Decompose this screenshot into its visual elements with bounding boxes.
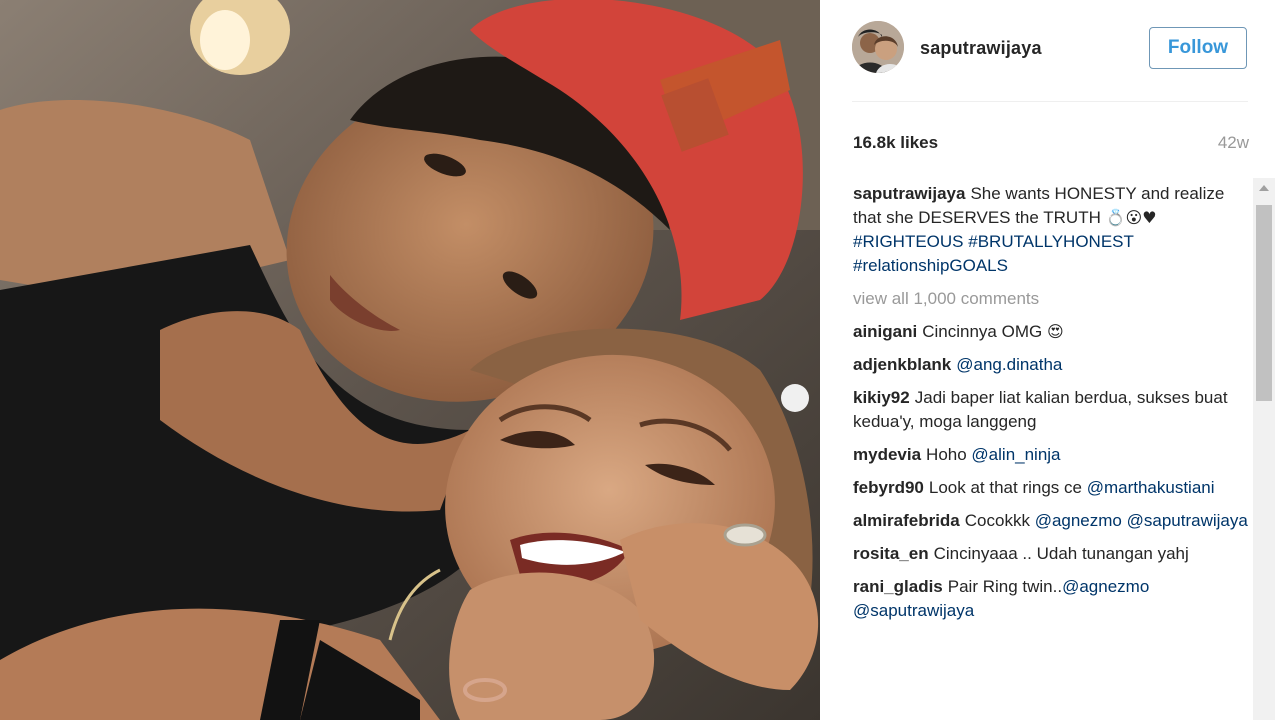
- comment-username[interactable]: kikiy92: [853, 388, 910, 407]
- list-item: kikiy92 Jadi baper liat kalian berdua, su…: [853, 386, 1248, 434]
- comment-username[interactable]: rosita_en: [853, 544, 929, 563]
- caption-emojis: 💍😮♥: [1105, 208, 1157, 227]
- post-photo[interactable]: [0, 0, 820, 720]
- list-item: mydevia Hoho @alin_ninja: [853, 443, 1248, 467]
- comment-username[interactable]: mydevia: [853, 445, 921, 464]
- comment-username[interactable]: febyrd90: [853, 478, 924, 497]
- comment-emoji: 😍: [1046, 322, 1064, 341]
- comments-list: saputrawijaya She wants HONESTY and reali…: [853, 182, 1248, 632]
- list-item: almirafebrida Cocokkk @agnezmo @saputrawi…: [853, 509, 1248, 533]
- comment-username[interactable]: almirafebrida: [853, 511, 960, 530]
- selfie-image: [0, 0, 820, 720]
- list-item: febyrd90 Look at that rings ce @marthakus…: [853, 476, 1248, 500]
- comment-mention[interactable]: @alin_ninja: [971, 445, 1060, 464]
- comment-text: Look at that rings ce: [928, 478, 1082, 497]
- comment-username[interactable]: ainigani: [853, 322, 917, 341]
- triangle-up-icon[interactable]: [1253, 178, 1275, 200]
- header-divider: [852, 101, 1248, 102]
- comment-text: Hoho: [926, 445, 967, 464]
- avatar[interactable]: [852, 21, 904, 73]
- caption: saputrawijaya She wants HONESTY and reali…: [853, 182, 1248, 278]
- comment-text: Pair Ring twin..: [947, 577, 1063, 596]
- list-item: rani_gladis Pair Ring twin..@agnezmo @sap…: [853, 575, 1248, 623]
- comment-text: Cincinyaaa .. Udah tunangan yahj: [933, 544, 1189, 563]
- avatar-image: [852, 21, 904, 73]
- hashtag-brutallyhonest[interactable]: #BRUTALLYHONEST: [968, 232, 1133, 251]
- username-link[interactable]: saputrawijaya: [920, 38, 1042, 59]
- comments-scrollbar[interactable]: [1253, 178, 1275, 720]
- comment-mention[interactable]: @ang.dinatha: [956, 355, 1062, 374]
- comment-text: Cincinnya OMG: [922, 322, 1043, 341]
- post-header: saputrawijaya Follow: [820, 0, 1280, 100]
- hashtag-righteous[interactable]: #RIGHTEOUS: [853, 232, 964, 251]
- hashtag-relationshipgoals[interactable]: #relationshipGOALS: [853, 256, 1008, 275]
- caption-username[interactable]: saputrawijaya: [853, 184, 965, 203]
- list-item: adjenkblank @ang.dinatha: [853, 353, 1248, 377]
- list-item: ainigani Cincinnya OMG 😍: [853, 320, 1248, 344]
- follow-button[interactable]: Follow: [1149, 27, 1247, 69]
- comment-mention[interactable]: @agnezmo: [1062, 577, 1149, 596]
- post-age[interactable]: 42w: [1218, 133, 1249, 153]
- comment-text: Cocokkk: [964, 511, 1030, 530]
- comment-mention[interactable]: @marthakustiani: [1087, 478, 1215, 497]
- comment-mention[interactable]: @agnezmo: [1035, 511, 1122, 530]
- post-sidebar: saputrawijaya Follow 16.8k likes 42w sap…: [820, 0, 1280, 720]
- scrollbar-thumb[interactable]: [1256, 205, 1272, 401]
- comment-mention-2[interactable]: @saputrawijaya: [853, 601, 974, 620]
- comment-username[interactable]: rani_gladis: [853, 577, 943, 596]
- view-all-comments-link[interactable]: view all 1,000 comments: [853, 287, 1248, 311]
- comment-username[interactable]: adjenkblank: [853, 355, 951, 374]
- likes-count[interactable]: 16.8k likes: [853, 133, 938, 153]
- comment-mention-2[interactable]: @saputrawijaya: [1127, 511, 1248, 530]
- list-item: rosita_en Cincinyaaa .. Udah tunangan yah…: [853, 542, 1248, 566]
